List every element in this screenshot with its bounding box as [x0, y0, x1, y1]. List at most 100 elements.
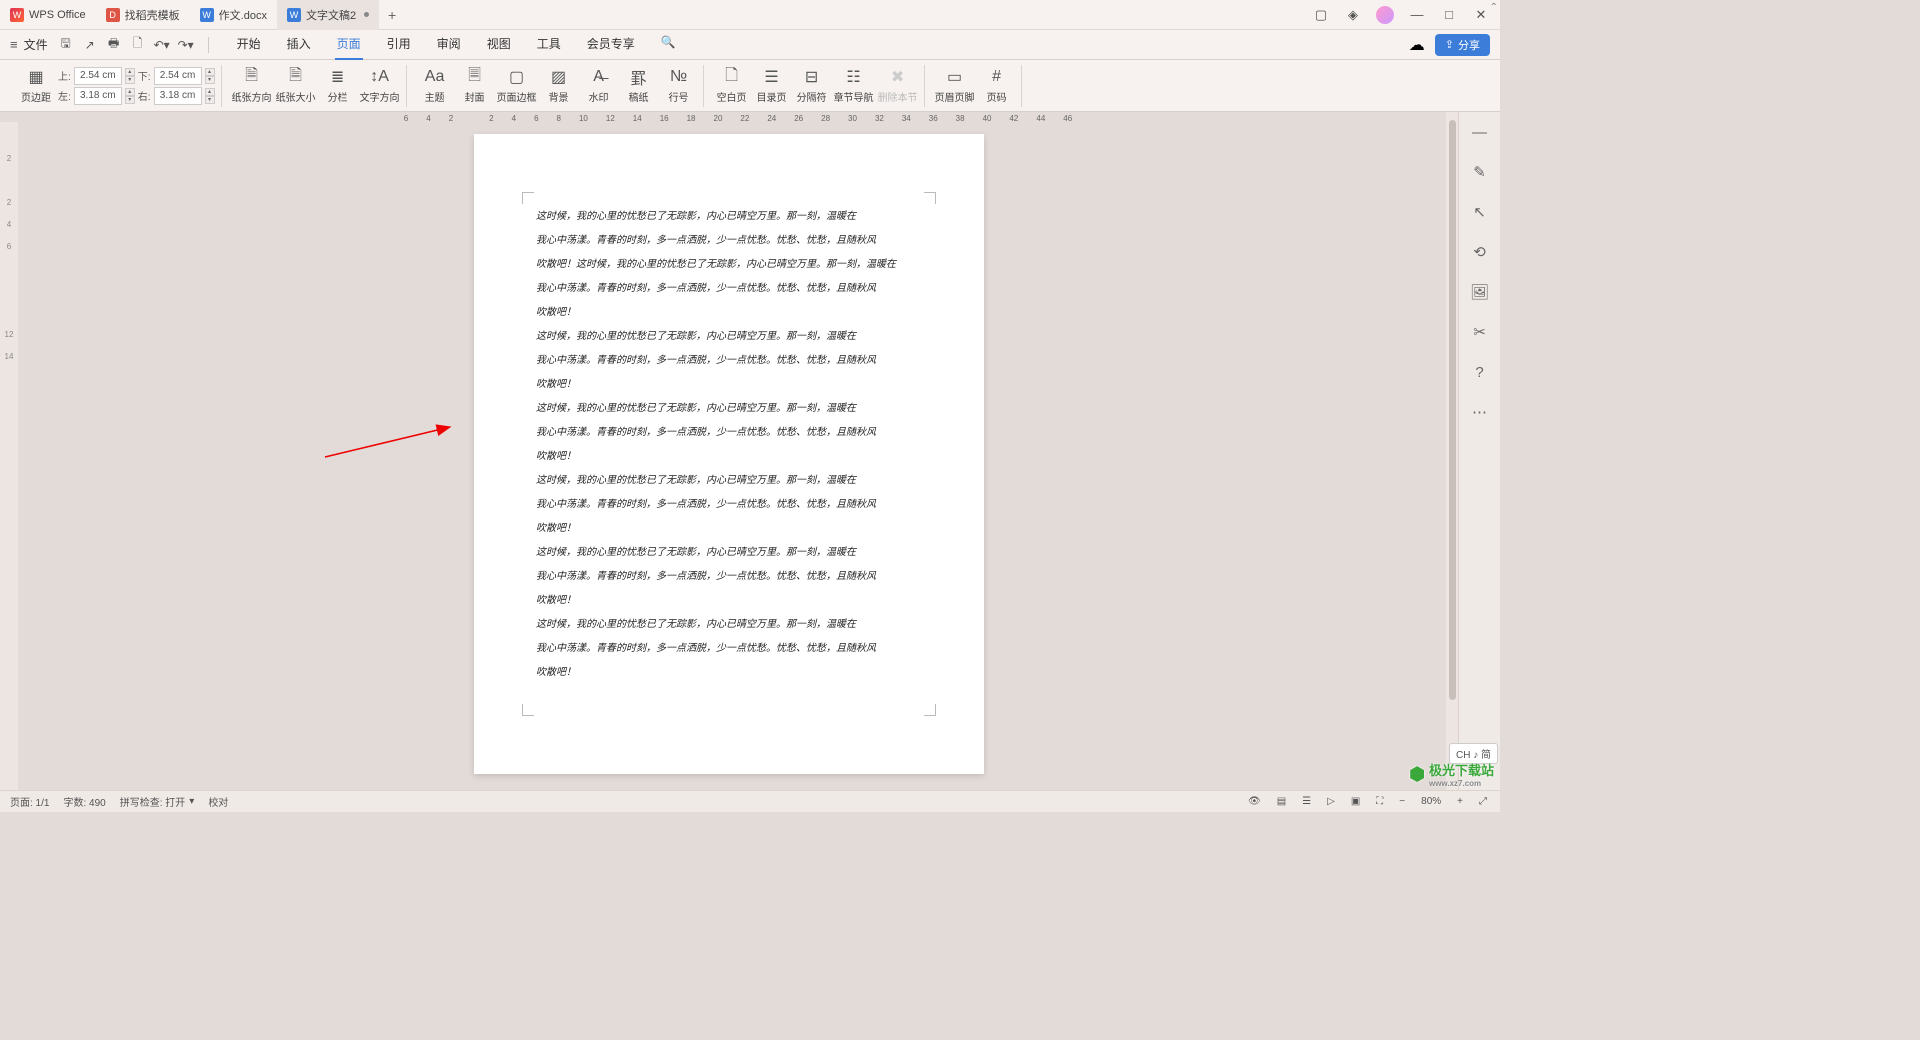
- avatar[interactable]: [1376, 6, 1394, 24]
- paper-size-button[interactable]: 🗎纸张大小: [276, 67, 316, 104]
- tab-insert[interactable]: 插入: [285, 29, 313, 60]
- page-indicator[interactable]: 页面: 1/1: [10, 794, 49, 809]
- spin-down[interactable]: ▾: [125, 96, 135, 104]
- tab-page[interactable]: 页面: [335, 29, 363, 60]
- manuscript-button[interactable]: 罫稿纸: [621, 67, 657, 104]
- share-button[interactable]: ⇪ 分享: [1435, 34, 1490, 56]
- hamburger-icon[interactable]: ≡: [10, 37, 18, 52]
- minimize-button[interactable]: —: [1408, 6, 1426, 24]
- collapse-ribbon-button[interactable]: ⌃: [1490, 2, 1498, 13]
- separator: [208, 37, 209, 53]
- new-tab-button[interactable]: +: [379, 7, 405, 23]
- spin-down[interactable]: ▾: [125, 76, 135, 84]
- tab-view[interactable]: 视图: [485, 29, 513, 60]
- panel-icon[interactable]: ▢: [1312, 6, 1330, 24]
- refresh-icon[interactable]: ⟲: [1470, 242, 1490, 262]
- tab-start[interactable]: 开始: [235, 29, 263, 60]
- search-button[interactable]: 🔍: [659, 29, 678, 60]
- vertical-ruler[interactable]: 22461214: [0, 122, 18, 790]
- view-outline-icon[interactable]: ☰: [1299, 796, 1314, 807]
- word-count[interactable]: 字数: 490: [63, 794, 105, 809]
- spin-up[interactable]: ▴: [125, 88, 135, 96]
- cube-icon[interactable]: ◈: [1344, 6, 1362, 24]
- spin-down[interactable]: ▾: [205, 76, 215, 84]
- tab-member[interactable]: 会员专享: [585, 29, 637, 60]
- background-button[interactable]: ▨背景: [541, 67, 577, 104]
- break-button[interactable]: ⊟分隔符: [794, 67, 830, 104]
- spin-up[interactable]: ▴: [205, 88, 215, 96]
- page-border-button[interactable]: ▢页面边框: [497, 67, 537, 104]
- doc-icon: W: [287, 8, 301, 22]
- orientation-button[interactable]: 🗎纸张方向: [232, 67, 272, 104]
- text-direction-button[interactable]: ↕A文字方向: [360, 67, 400, 104]
- page-number-button[interactable]: #页码: [979, 67, 1015, 104]
- cursor-icon[interactable]: ↖: [1470, 202, 1490, 222]
- image-icon[interactable]: 🖼: [1470, 282, 1490, 302]
- margin-right-label: 右:: [138, 88, 151, 103]
- zoom-in-button[interactable]: +: [1454, 796, 1466, 807]
- toc-page-button[interactable]: ☰目录页: [754, 67, 790, 104]
- view-print-layout-icon[interactable]: ▤: [1274, 796, 1289, 807]
- tab-wps-office[interactable]: W WPS Office: [0, 0, 96, 30]
- tab-document-1[interactable]: W 作文.docx: [190, 0, 277, 30]
- save-button[interactable]: 🖫: [58, 37, 74, 53]
- margin-bottom-input[interactable]: 2.54 cm: [154, 67, 202, 85]
- print-button[interactable]: 🖶: [106, 37, 122, 53]
- redo-button[interactable]: ↷▾: [178, 37, 194, 53]
- right-sidebar: — ✎ ↖ ⟲ 🖼 ✂ ? ⋯: [1458, 112, 1500, 790]
- margin-corner-icon: [522, 192, 534, 204]
- zoom-level[interactable]: 80%: [1418, 796, 1444, 807]
- header-footer-button[interactable]: ▭页眉页脚: [935, 67, 975, 104]
- titlebar: W WPS Office D 找稻壳模板 W 作文.docx W 文字文稿2 +…: [0, 0, 1500, 30]
- view-reading-icon[interactable]: ▷: [1324, 796, 1338, 807]
- watermark-button[interactable]: A̶水印: [581, 67, 617, 104]
- document-text[interactable]: 这时候，我的心里的忧愁已了无踪影，内心已晴空万里。那一刻，温暖在我心中荡漾。青春…: [536, 206, 922, 684]
- export-button[interactable]: ↗: [82, 37, 98, 53]
- margin-right-input[interactable]: 3.18 cm: [154, 87, 202, 105]
- blank-page-button[interactable]: 🗋空白页: [714, 67, 750, 104]
- close-button[interactable]: ✕: [1472, 6, 1490, 24]
- cloud-icon[interactable]: ☁: [1409, 35, 1425, 55]
- fit-page-icon[interactable]: ⤢: [1476, 796, 1490, 807]
- spell-check-status[interactable]: 拼写检查: 打开 ▾: [120, 794, 195, 809]
- print-preview-button[interactable]: 🗋: [130, 37, 146, 53]
- margin-left-input[interactable]: 3.18 cm: [74, 87, 122, 105]
- tab-reference[interactable]: 引用: [385, 29, 413, 60]
- view-fullscreen-icon[interactable]: ⛶: [1373, 796, 1386, 807]
- maximize-button[interactable]: □: [1440, 6, 1458, 24]
- scrollbar-thumb[interactable]: [1449, 120, 1456, 700]
- more-icon[interactable]: ⋯: [1470, 402, 1490, 422]
- pagenum-icon: #: [987, 67, 1007, 87]
- chapter-nav-button[interactable]: ☷章节导航: [834, 67, 874, 104]
- spin-down[interactable]: ▾: [205, 96, 215, 104]
- margins-button[interactable]: ▦ 页边距: [18, 67, 54, 104]
- margin-inputs: 上: 2.54 cm ▴▾ 下: 2.54 cm ▴▾ 左: 3.18 cm ▴…: [58, 67, 215, 105]
- tab-tools[interactable]: 工具: [535, 29, 563, 60]
- columns-button[interactable]: ≣分栏: [320, 67, 356, 104]
- pen-icon[interactable]: ✎: [1470, 162, 1490, 182]
- tools-icon[interactable]: ✂: [1470, 322, 1490, 342]
- undo-button[interactable]: ↶▾: [154, 37, 170, 53]
- margin-top-input[interactable]: 2.54 cm: [74, 67, 122, 85]
- templates-icon: D: [106, 8, 120, 22]
- zoom-out-button[interactable]: −: [1396, 796, 1408, 807]
- cover-button[interactable]: 🗏封面: [457, 67, 493, 104]
- view-web-icon[interactable]: ▣: [1348, 796, 1363, 807]
- document-page[interactable]: 这时候，我的心里的忧愁已了无踪影，内心已晴空万里。那一刻，温暖在我心中荡漾。青春…: [474, 134, 984, 774]
- tab-document-2[interactable]: W 文字文稿2: [277, 0, 379, 30]
- minus-icon[interactable]: —: [1470, 122, 1490, 142]
- spin-up[interactable]: ▴: [125, 68, 135, 76]
- spin-up[interactable]: ▴: [205, 68, 215, 76]
- tab-templates[interactable]: D 找稻壳模板: [96, 0, 190, 30]
- theme-button[interactable]: Aa主题: [417, 67, 453, 104]
- file-menu[interactable]: 文件: [24, 36, 48, 53]
- help-icon[interactable]: ?: [1470, 362, 1490, 382]
- horizontal-ruler[interactable]: 6422468101214161820222426283032343638404…: [18, 112, 1458, 124]
- tab-review[interactable]: 审阅: [435, 29, 463, 60]
- line-number-button[interactable]: №行号: [661, 67, 697, 104]
- vertical-scrollbar[interactable]: [1446, 112, 1458, 790]
- view-eye-icon[interactable]: 👁: [1245, 796, 1264, 807]
- proofing-button[interactable]: 校对: [208, 794, 228, 809]
- border-icon: ▢: [507, 67, 527, 87]
- ribbon-tabs: 开始 插入 页面 引用 审阅 视图 工具 会员专享 🔍: [235, 29, 678, 60]
